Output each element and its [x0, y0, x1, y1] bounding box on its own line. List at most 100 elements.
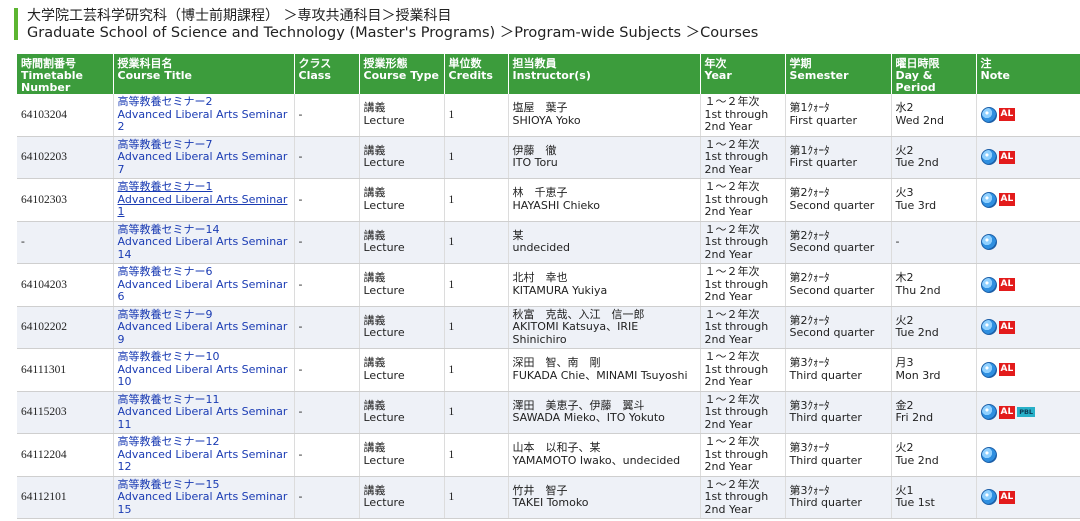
- course-title-link[interactable]: 高等教養セミナー10 Advanced Liberal Arts Seminar …: [118, 350, 290, 389]
- breadcrumb: 大学院工芸科学研究科（博士前期課程） ＞専攻共通科目＞授業科目 Graduate…: [0, 0, 1080, 44]
- class-cell: -: [294, 391, 360, 434]
- course-title-ja: 高等教養セミナー12: [117, 435, 220, 448]
- al-badge[interactable]: AL: [998, 278, 1016, 292]
- year-cell: １～２年次 1st through 2nd Year: [700, 306, 786, 349]
- course-title-cell: 高等教養セミナー2 Advanced Liberal Arts Seminar 2: [113, 94, 295, 137]
- year-cell-text: 2nd Year: [704, 417, 753, 431]
- day-period-cell-text: 火3: [895, 186, 914, 200]
- class-cell-text: -: [298, 362, 303, 376]
- timetable-number-cell: 64112101: [17, 476, 114, 519]
- course-title-link[interactable]: 高等教養セミナー15 Advanced Liberal Arts Seminar …: [118, 478, 290, 517]
- course-title-en: Advanced Liberal Arts Seminar 7: [117, 150, 288, 176]
- table-row: 64112204 高等教養セミナー12 Advanced Liberal Arts …: [17, 433, 1080, 477]
- credits-cell: 1: [444, 178, 509, 222]
- course-title-link[interactable]: 高等教養セミナー14 Advanced Liberal Arts Seminar …: [118, 223, 290, 262]
- semester-cell: 第3ｸｫｰﾀ Third quarter: [785, 391, 892, 434]
- globe-icon[interactable]: [980, 276, 997, 293]
- timetable-number-cell: 64103204: [17, 94, 114, 137]
- semester-cell: 第3ｸｫｰﾀ Third quarter: [785, 433, 892, 477]
- day-period-cell-text: 木2: [895, 271, 914, 285]
- table-header-row: 時間割番号 Timetable Number 授業科目名 Course Title クラ…: [17, 54, 1080, 94]
- table-row: 64111301 高等教養セミナー10 Advanced Liberal Arts …: [17, 348, 1080, 392]
- timetable-number-cell-text: 64112101: [21, 491, 67, 503]
- column-header-instructor: 担当教員 Instructor(s): [508, 54, 701, 94]
- credits-cell: 1: [444, 348, 509, 392]
- table-row: 64102202 高等教養セミナー9 Advanced Liberal Arts S…: [17, 306, 1080, 349]
- class-cell: -: [294, 263, 360, 307]
- course-type-cell-text: Lecture: [363, 411, 405, 425]
- class-cell-text: -: [298, 320, 303, 333]
- al-badge[interactable]: AL: [998, 363, 1016, 377]
- semester-cell-text: 第1ｸｫｰﾀ: [789, 101, 830, 115]
- day-period-cell-text: Tue 2nd: [895, 326, 939, 340]
- timetable-number-cell: 64111301: [17, 348, 114, 392]
- course-title-link[interactable]: 高等教養セミナー1 Advanced Liberal Arts Seminar 1: [118, 180, 290, 219]
- header-label-en: Course Title: [117, 69, 193, 82]
- header-label-en: Class: [298, 69, 331, 82]
- column-header-credits: 単位数 Credits: [444, 54, 509, 94]
- al-badge[interactable]: AL: [998, 150, 1016, 164]
- al-badge[interactable]: AL: [998, 320, 1016, 334]
- course-type-cell: 講義 Lecture: [359, 178, 445, 222]
- course-type-cell: 講義 Lecture: [359, 476, 445, 519]
- note-cell: [976, 221, 1080, 264]
- credits-cell-text: 1: [448, 321, 455, 333]
- day-period-cell: -: [891, 221, 977, 264]
- year-cell-text: 2nd Year: [704, 460, 753, 473]
- globe-icon[interactable]: [980, 149, 997, 166]
- class-cell-text: -: [298, 447, 303, 461]
- day-period-cell: 火2 Tue 2nd: [891, 433, 977, 477]
- timetable-number-cell: 64102203: [17, 136, 114, 179]
- semester-cell-text: Third quarter: [789, 368, 862, 382]
- semester-cell-text: First quarter: [789, 113, 857, 127]
- globe-icon[interactable]: [980, 191, 997, 208]
- note-cell: AL: [976, 94, 1080, 137]
- table-row: 64103204 高等教養セミナー2 Advanced Liberal Arts S…: [17, 94, 1080, 137]
- course-title-link[interactable]: 高等教養セミナー7 Advanced Liberal Arts Seminar 7: [117, 138, 290, 177]
- course-type-cell-text: Lecture: [363, 453, 405, 467]
- globe-icon[interactable]: [980, 319, 997, 336]
- semester-cell-text: Third quarter: [789, 411, 862, 425]
- course-title-link[interactable]: 高等教養セミナー9 Advanced Liberal Arts Seminar 9: [118, 308, 290, 347]
- course-title-link[interactable]: 高等教養セミナー11 Advanced Liberal Arts Seminar …: [118, 393, 290, 432]
- timetable-number-cell-text: 64102203: [21, 151, 67, 163]
- credits-cell: 1: [444, 306, 509, 349]
- globe-icon[interactable]: [980, 106, 997, 123]
- day-period-cell-text: Tue 1st: [895, 496, 935, 510]
- globe-icon[interactable]: [980, 234, 997, 251]
- semester-cell: 第2ｸｫｰﾀ Second quarter: [785, 178, 892, 222]
- al-badge[interactable]: AL: [998, 193, 1016, 207]
- globe-icon[interactable]: [980, 446, 997, 463]
- day-period-cell: 月3 Mon 3rd: [891, 348, 977, 392]
- al-badge[interactable]: AL: [998, 490, 1016, 504]
- globe-icon[interactable]: [980, 489, 997, 506]
- course-title-en: Advanced Liberal Arts Seminar 12: [117, 447, 288, 473]
- instructor-cell: 山本 以和子、某 YAMAMOTO Iwako、undecided: [508, 433, 701, 477]
- header-label-en: Semester: [789, 69, 849, 82]
- course-title-link[interactable]: 高等教養セミナー12 Advanced Liberal Arts Seminar …: [117, 435, 290, 474]
- timetable-number-cell: 64102303: [17, 178, 114, 222]
- al-badge[interactable]: AL: [998, 108, 1016, 122]
- credits-cell: 1: [444, 476, 509, 519]
- semester-cell-text: Second quarter: [789, 198, 875, 212]
- header-label-en: Timetable Number: [21, 69, 83, 94]
- globe-icon[interactable]: [980, 404, 997, 421]
- day-period-cell: 火2 Tue 2nd: [891, 136, 977, 179]
- day-period-cell-text: Tue 3rd: [895, 198, 937, 212]
- column-header-year: 年次 Year: [700, 54, 786, 94]
- course-title-cell: 高等教養セミナー9 Advanced Liberal Arts Seminar 9: [113, 306, 295, 349]
- course-title-link[interactable]: 高等教養セミナー2 Advanced Liberal Arts Seminar 2: [118, 95, 290, 134]
- timetable-number-cell: 64112204: [17, 433, 114, 477]
- globe-icon[interactable]: [980, 361, 997, 378]
- year-cell-text: 1st through: [704, 405, 769, 418]
- header-label-en: Instructor(s): [512, 69, 591, 82]
- year-cell-text: 1st through: [704, 235, 769, 248]
- course-title-link[interactable]: 高等教養セミナー6 Advanced Liberal Arts Seminar 6: [118, 265, 290, 304]
- header-label-en: Credits: [448, 69, 493, 82]
- al-badge[interactable]: AL: [998, 405, 1016, 419]
- day-period-cell-text: 火2: [895, 441, 914, 455]
- pbl-badge[interactable]: PBL: [1017, 407, 1036, 418]
- day-period-cell-text: Tue 2nd: [895, 453, 939, 467]
- header-label-en: Day & Period: [895, 69, 936, 94]
- header-label-en: Year: [704, 69, 732, 82]
